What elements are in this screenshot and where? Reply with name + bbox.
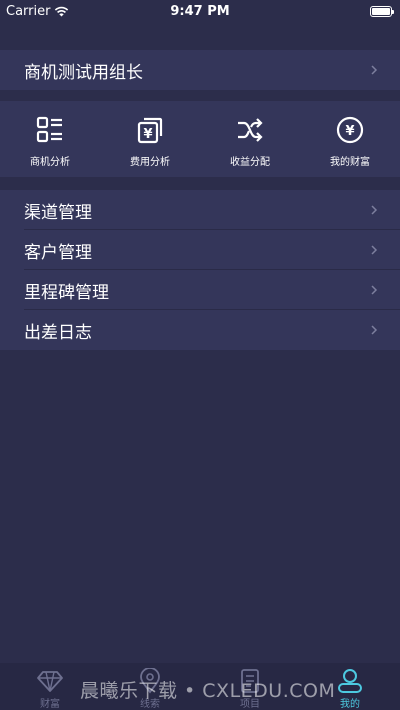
quick-action-label: 我的财富 [330, 157, 370, 168]
yen-document-icon: ¥ [137, 117, 163, 144]
quick-action-label: 商机分析 [30, 157, 70, 168]
chevron-right-icon [371, 325, 378, 335]
shuffle-icon [238, 118, 263, 142]
svg-text:¥: ¥ [143, 127, 152, 142]
person-icon [338, 669, 362, 693]
quick-action-label: 收益分配 [230, 157, 270, 168]
team-leader-row[interactable]: 商机测试用组长 [0, 50, 400, 90]
quick-action-expense-analysis[interactable]: ¥ 费用分析 [100, 101, 200, 177]
menu-item-label: 出差日志 [24, 322, 92, 343]
tab-label: 我的 [340, 699, 360, 710]
quick-action-revenue-distribution[interactable]: 收益分配 [200, 101, 300, 177]
list-grid-icon [36, 116, 62, 143]
menu-item-channel-management[interactable]: 渠道管理 [0, 190, 400, 230]
team-leader-label: 商机测试用组长 [24, 62, 143, 83]
diamond-icon [37, 671, 63, 692]
chevron-right-icon [371, 65, 378, 75]
quick-action-label: 费用分析 [130, 157, 170, 168]
menu-item-business-trip-log[interactable]: 出差日志 [0, 310, 400, 350]
chevron-right-icon [371, 205, 378, 215]
chevron-right-icon [371, 245, 378, 255]
tab-label: 财富 [40, 699, 60, 710]
menu-item-label: 渠道管理 [24, 202, 92, 223]
quick-action-my-wealth[interactable]: ¥ 我的财富 [300, 101, 400, 177]
watermark-text: 晨曦乐下载 • CXLEDU.COM [80, 680, 336, 702]
quick-actions-grid: 商机分析 ¥ 费用分析 收益分配 ¥ 我的财富 [0, 101, 400, 177]
battery-icon [370, 5, 394, 17]
svg-text:¥: ¥ [345, 124, 354, 139]
menu-item-customer-management[interactable]: 客户管理 [0, 230, 400, 270]
menu-item-milestone-management[interactable]: 里程碑管理 [0, 270, 400, 310]
status-bar: Carrier 9:47 PM [0, 0, 400, 22]
quick-action-opportunity-analysis[interactable]: 商机分析 [0, 101, 100, 177]
chevron-right-icon [371, 285, 378, 295]
menu-item-label: 客户管理 [24, 242, 92, 263]
menu-item-label: 里程碑管理 [24, 282, 109, 303]
yen-circle-icon: ¥ [336, 116, 364, 144]
status-time: 9:47 PM [170, 3, 230, 19]
